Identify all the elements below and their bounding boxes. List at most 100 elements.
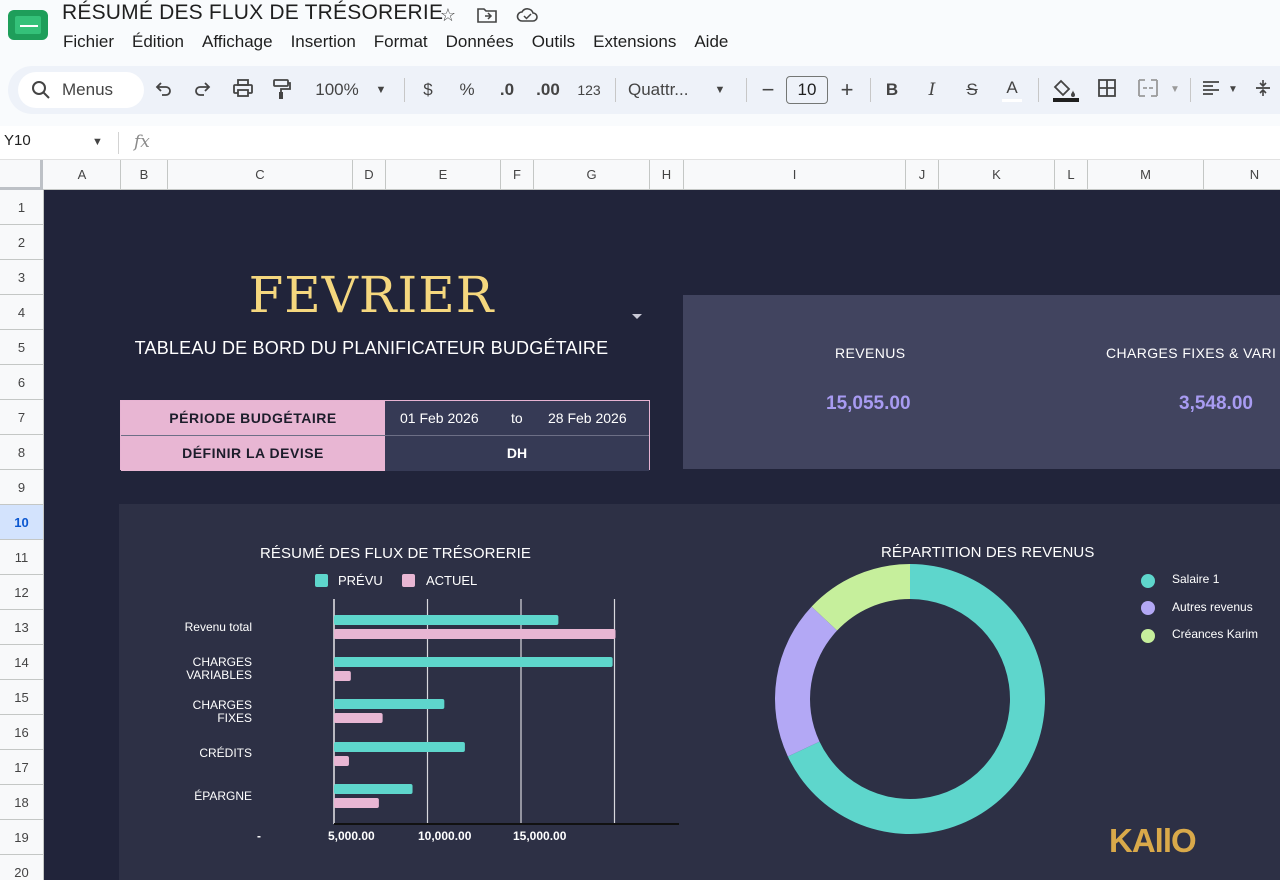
row-header-selected[interactable]: 10 [0, 505, 43, 540]
row-header[interactable]: 15 [0, 680, 43, 715]
row-header[interactable]: 16 [0, 715, 43, 750]
merge-cells-icon[interactable] [1136, 78, 1160, 102]
currency-format-button[interactable]: $ [418, 78, 438, 102]
column-header-l[interactable]: L [1055, 160, 1088, 190]
align-dropdown-icon[interactable]: ▼ [1226, 78, 1240, 102]
star-icon[interactable]: ☆ [437, 4, 459, 26]
row-header[interactable]: 4 [0, 295, 43, 330]
undo-icon[interactable] [152, 78, 174, 102]
sheets-logo-icon[interactable] [8, 10, 48, 40]
bar-planned[interactable] [334, 657, 613, 667]
row-header[interactable]: 18 [0, 785, 43, 820]
column-header-d[interactable]: D [353, 160, 386, 190]
vertical-align-icon[interactable] [1252, 78, 1274, 102]
move-folder-icon[interactable] [476, 4, 498, 26]
period-value-cell[interactable]: 01 Feb 2026 to 28 Feb 2026 [385, 401, 649, 436]
decrease-decimal-button[interactable]: .0 [494, 78, 520, 102]
menu-insertion[interactable]: Insertion [282, 30, 365, 54]
bar-planned[interactable] [334, 742, 465, 752]
select-all-corner[interactable] [0, 160, 43, 190]
column-header-e[interactable]: E [386, 160, 501, 190]
row-header[interactable]: 9 [0, 470, 43, 505]
column-header-c[interactable]: C [168, 160, 353, 190]
row-header[interactable]: 8 [0, 435, 43, 470]
menu-donnees[interactable]: Données [437, 30, 523, 54]
menu-extensions[interactable]: Extensions [584, 30, 685, 54]
row-header[interactable]: 2 [0, 225, 43, 260]
row-header[interactable]: 1 [0, 190, 43, 225]
column-header-i[interactable]: I [684, 160, 906, 190]
toolbar-divider [1190, 78, 1191, 102]
dashboard-subtitle: TABLEAU DE BORD DU PLANIFICATEUR BUDGÉTA… [134, 338, 609, 358]
font-size-decrease-button[interactable]: − [758, 78, 778, 102]
align-left-icon[interactable] [1200, 78, 1222, 102]
name-box-dropdown-icon[interactable]: ▼ [92, 136, 103, 148]
fill-color-icon[interactable] [1052, 78, 1080, 102]
row-header[interactable]: 7 [0, 400, 43, 435]
column-header-h[interactable]: H [650, 160, 684, 190]
period-start: 01 Feb 2026 [400, 410, 479, 426]
cloud-status-icon[interactable] [516, 4, 538, 26]
bar-actual[interactable] [334, 713, 383, 723]
font-size-input[interactable]: 10 [786, 76, 828, 104]
column-header-k[interactable]: K [939, 160, 1055, 190]
bar-planned[interactable] [334, 784, 413, 794]
bar-actual[interactable] [334, 798, 379, 808]
paint-format-icon[interactable] [271, 78, 293, 102]
strikethrough-button[interactable]: S [962, 78, 982, 102]
menu-aide[interactable]: Aide [685, 30, 737, 54]
menu-format[interactable]: Format [365, 30, 437, 54]
percent-format-button[interactable]: % [457, 78, 477, 102]
name-box[interactable]: Y10 [4, 132, 31, 149]
bar-actual[interactable] [334, 629, 616, 639]
bold-button[interactable]: B [882, 78, 902, 102]
zoom-select[interactable]: 100% [312, 78, 362, 102]
merge-dropdown-icon[interactable]: ▼ [1168, 78, 1182, 102]
row-header[interactable]: 14 [0, 645, 43, 680]
bar-planned[interactable] [334, 699, 445, 709]
toolbar-divider [746, 78, 747, 102]
increase-decimal-button[interactable]: .00 [534, 78, 562, 102]
font-family-select[interactable]: Quattr... [628, 78, 706, 102]
month-dropdown-icon[interactable] [632, 314, 642, 319]
row-header[interactable]: 11 [0, 540, 43, 575]
menu-fichier[interactable]: Fichier [54, 30, 123, 54]
italic-button[interactable]: I [922, 78, 942, 102]
row-header[interactable]: 13 [0, 610, 43, 645]
row-header[interactable]: 12 [0, 575, 43, 610]
font-dropdown-icon[interactable]: ▼ [713, 78, 727, 102]
column-header-j[interactable]: J [906, 160, 939, 190]
row-header[interactable]: 19 [0, 820, 43, 855]
toolbar-divider [404, 78, 405, 102]
menu-edition[interactable]: Édition [123, 30, 193, 54]
column-header-f[interactable]: F [501, 160, 534, 190]
bar-actual[interactable] [334, 756, 349, 766]
dashboard-sheet[interactable]: FEVRIER TABLEAU DE BORD DU PLANIFICATEUR… [44, 190, 1280, 880]
currency-value[interactable]: DH [385, 436, 649, 471]
column-header-m[interactable]: M [1088, 160, 1204, 190]
row-header[interactable]: 17 [0, 750, 43, 785]
bar-actual[interactable] [334, 671, 351, 681]
redo-icon[interactable] [192, 78, 214, 102]
document-title[interactable]: RÉSUMÉ DES FLUX DE TRÉSORERIE [62, 1, 443, 25]
column-header-a[interactable]: A [44, 160, 121, 190]
number-format-button[interactable]: 123 [574, 78, 604, 102]
column-header-n[interactable]: N [1204, 160, 1280, 190]
borders-icon[interactable] [1096, 78, 1118, 102]
text-color-button[interactable]: A [1002, 78, 1022, 102]
zoom-dropdown-icon[interactable]: ▼ [374, 78, 388, 102]
column-header-g[interactable]: G [534, 160, 650, 190]
row-header[interactable]: 3 [0, 260, 43, 295]
row-header[interactable]: 20 [0, 855, 43, 880]
search-menus-button[interactable]: Menus [18, 72, 144, 108]
row-header[interactable]: 5 [0, 330, 43, 365]
font-size-increase-button[interactable]: + [836, 78, 858, 102]
print-icon[interactable] [232, 78, 254, 102]
column-header-b[interactable]: B [121, 160, 168, 190]
menu-affichage[interactable]: Affichage [193, 30, 282, 54]
donut-slice[interactable] [775, 606, 838, 757]
budget-settings-table: PÉRIODE BUDGÉTAIRE 01 Feb 2026 to 28 Feb… [120, 400, 650, 471]
menu-outils[interactable]: Outils [523, 30, 584, 54]
bar-planned[interactable] [334, 615, 559, 625]
row-header[interactable]: 6 [0, 365, 43, 400]
